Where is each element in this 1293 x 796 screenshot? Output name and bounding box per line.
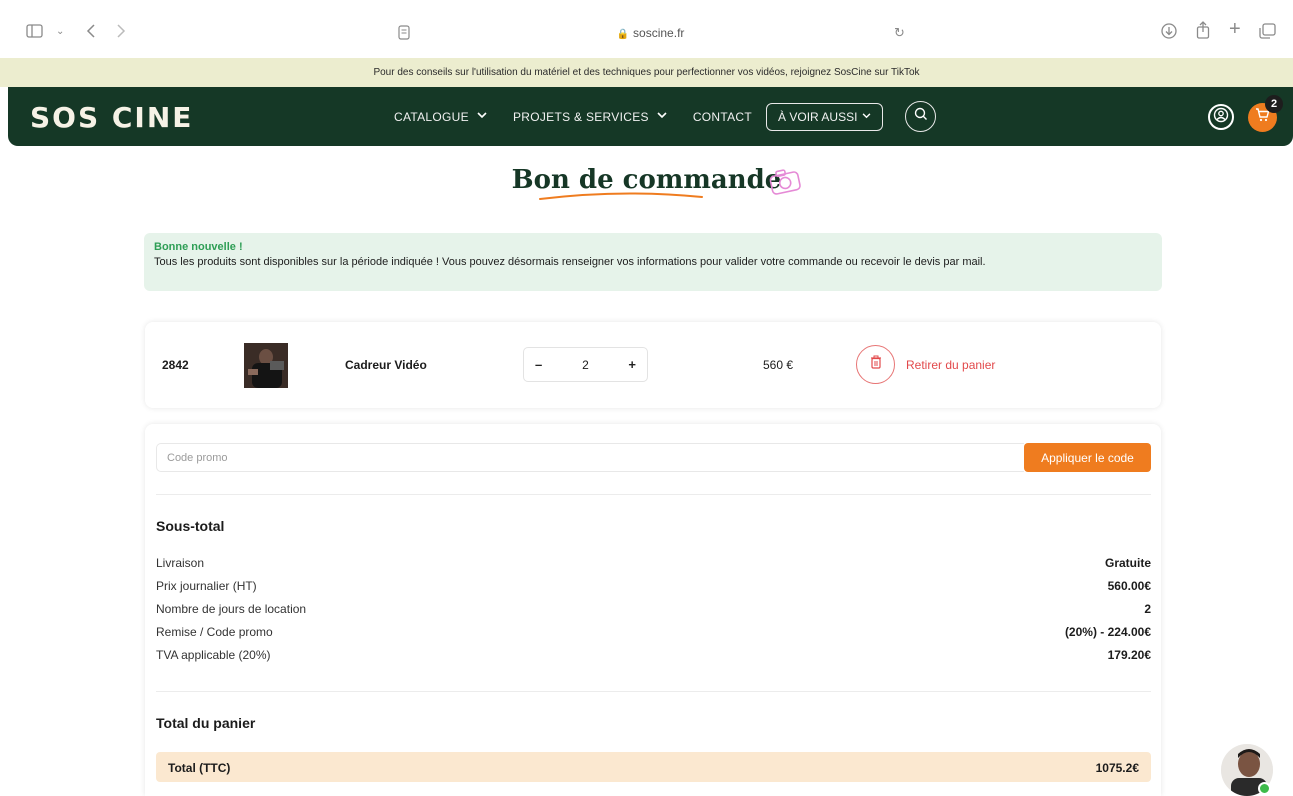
url-text: 🔒 soscine.fr bbox=[388, 26, 913, 40]
camera-icon bbox=[769, 169, 801, 195]
lock-icon: 🔒 bbox=[616, 29, 630, 40]
summary-label: Livraison bbox=[156, 556, 205, 570]
subtotal-title: Sous-total bbox=[156, 518, 225, 534]
nav-contact-label: CONTACT bbox=[692, 109, 753, 124]
search-icon bbox=[914, 107, 928, 126]
sidebar-icon[interactable] bbox=[26, 24, 43, 42]
total-label: Total (TTC) bbox=[168, 761, 231, 775]
nav-contact[interactable]: CONTACT bbox=[693, 110, 752, 124]
item-name: Cadreur Vidéo bbox=[345, 358, 427, 372]
chevron-down-icon bbox=[862, 111, 871, 122]
alert-text: Tous les produits sont disponibles sur l… bbox=[154, 256, 986, 268]
tabs-overview-icon[interactable] bbox=[1259, 23, 1276, 43]
quantity-stepper: – 2 + bbox=[523, 347, 648, 382]
summary-row-rental-days: Nombre de jours de location 2 bbox=[156, 602, 1151, 618]
item-id: 2842 bbox=[162, 358, 189, 372]
total-value: 1075.2€ bbox=[1095, 761, 1139, 775]
summary-value: 2 bbox=[1144, 602, 1151, 616]
divider bbox=[156, 691, 1151, 692]
alert-title: Bonne nouvelle ! bbox=[154, 241, 243, 253]
trash-icon bbox=[870, 355, 882, 374]
share-icon[interactable] bbox=[1196, 21, 1210, 43]
url-value: soscine.fr bbox=[633, 26, 685, 40]
download-icon[interactable] bbox=[1161, 23, 1177, 43]
summary-value: (20%) - 224.00€ bbox=[1064, 625, 1151, 639]
chevron-down-icon[interactable]: ⌄ bbox=[56, 24, 64, 40]
summary-value: 179.20€ bbox=[1107, 648, 1151, 662]
nav-catalogue-label: CATALOGUE bbox=[394, 109, 469, 124]
summary-row-daily-price: Prix journalier (HT) 560.00€ bbox=[156, 579, 1151, 595]
user-icon bbox=[1213, 107, 1229, 128]
summary-label: Prix journalier (HT) bbox=[156, 579, 257, 593]
main-nav: SOS CINE CATALOGUE PROJETS & SERVICES CO… bbox=[8, 87, 1293, 146]
summary-value: 560.00€ bbox=[1107, 579, 1151, 593]
promo-code-input[interactable] bbox=[156, 443, 1024, 472]
item-thumbnail bbox=[244, 343, 288, 388]
divider bbox=[156, 494, 1151, 495]
new-tab-icon[interactable]: + bbox=[1229, 19, 1241, 39]
browser-toolbar: ⌄ 🔒 soscine.fr ↻ + bbox=[0, 0, 1293, 58]
chevron-down-icon bbox=[477, 111, 487, 122]
summary-row-vat: TVA applicable (20%) 179.20€ bbox=[156, 648, 1151, 664]
announcement-bar: Pour des conseils sur l'utilisation du m… bbox=[0, 58, 1293, 87]
see-also-button[interactable]: À VOIR AUSSI bbox=[766, 102, 884, 131]
url-field[interactable]: 🔒 soscine.fr ↻ bbox=[388, 21, 913, 45]
nav-links: CATALOGUE PROJETS & SERVICES CONTACT À V… bbox=[394, 87, 937, 146]
title-underline-decoration bbox=[539, 192, 703, 200]
increment-button[interactable]: + bbox=[628, 357, 636, 372]
nav-projets-services[interactable]: PROJETS & SERVICES bbox=[513, 110, 667, 124]
apply-promo-button[interactable]: Appliquer le code bbox=[1024, 443, 1151, 472]
summary-label: TVA applicable (20%) bbox=[156, 648, 271, 662]
availability-alert: Bonne nouvelle ! Tous les produits sont … bbox=[144, 233, 1162, 291]
nav-catalogue[interactable]: CATALOGUE bbox=[394, 110, 487, 124]
cart-total-title: Total du panier bbox=[156, 715, 256, 731]
back-arrow-icon[interactable] bbox=[86, 23, 96, 43]
summary-label: Nombre de jours de location bbox=[156, 602, 307, 616]
summary-row-delivery: Livraison Gratuite bbox=[156, 556, 1151, 572]
total-row: Total (TTC) 1075.2€ bbox=[156, 752, 1151, 782]
chevron-down-icon bbox=[657, 111, 667, 122]
nav-projets-label: PROJETS & SERVICES bbox=[512, 109, 649, 124]
summary-row-discount: Remise / Code promo (20%) - 224.00€ bbox=[156, 625, 1151, 641]
online-status-dot bbox=[1258, 782, 1271, 795]
remove-item-button[interactable] bbox=[856, 345, 895, 384]
cart-item-card: 2842 Cadreur Vidéo – 2 + 560 € Retirer d… bbox=[145, 322, 1161, 408]
logo[interactable]: SOS CINE bbox=[30, 101, 193, 134]
remove-item-link[interactable]: Retirer du panier bbox=[906, 358, 995, 372]
see-also-label: À VOIR AUSSI bbox=[778, 109, 858, 124]
forward-arrow-icon[interactable] bbox=[116, 23, 126, 43]
item-price: 560 € bbox=[763, 358, 794, 372]
cart-count-badge: 2 bbox=[1265, 95, 1283, 113]
reload-icon[interactable]: ↻ bbox=[894, 25, 905, 41]
search-button[interactable] bbox=[905, 101, 937, 132]
summary-label: Remise / Code promo bbox=[156, 625, 273, 639]
account-button[interactable] bbox=[1208, 104, 1234, 130]
summary-value: Gratuite bbox=[1104, 556, 1151, 570]
order-summary-card: Appliquer le code Sous-total Livraison G… bbox=[145, 424, 1161, 796]
